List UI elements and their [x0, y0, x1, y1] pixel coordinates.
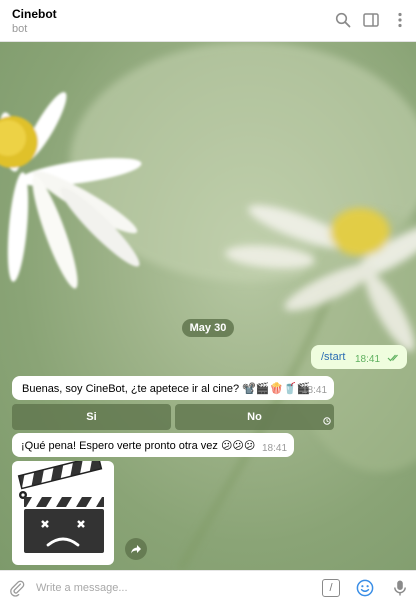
message-text: ¡Qué pena! Espero verte pronto otra vez … [21, 440, 256, 452]
emoji-icon[interactable] [356, 579, 374, 597]
message-time: 18:41 [355, 354, 381, 365]
read-checkmarks-icon [387, 353, 401, 365]
message-text: Buenas, soy CineBot, ¿te apetece ir al c… [22, 383, 311, 395]
message-input[interactable] [36, 579, 286, 597]
message-time: 18:41 [302, 385, 328, 396]
bot-command-button[interactable]: / [322, 579, 340, 597]
slash-icon: / [329, 582, 333, 594]
more-icon[interactable] [391, 11, 409, 29]
sad-clapperboard-icon [17, 455, 104, 553]
attach-icon[interactable] [8, 579, 26, 597]
incoming-message[interactable]: ¡Qué pena! Espero verte pronto otra vez … [12, 433, 294, 457]
message-text: /start [321, 351, 346, 363]
microphone-icon[interactable] [391, 579, 409, 597]
keyboard-button-no[interactable]: No [175, 404, 334, 430]
message-composer: / [0, 570, 416, 604]
incoming-message[interactable]: Buenas, soy CineBot, ¿te apetece ir al c… [12, 376, 334, 400]
chat-title[interactable]: Cinebot [12, 7, 57, 21]
share-button[interactable] [125, 538, 147, 560]
sidebar-icon[interactable] [362, 11, 380, 29]
clock-icon [323, 416, 331, 428]
message-time: 18:41 [262, 443, 288, 454]
date-separator: May 30 [182, 319, 234, 337]
keyboard-button-si[interactable]: Si [12, 404, 171, 430]
share-arrow-icon [131, 545, 141, 554]
chat-subtitle: bot [12, 23, 28, 35]
search-icon[interactable] [334, 11, 352, 29]
chat-header: Cinebot bot [0, 0, 416, 42]
outgoing-message[interactable]: /start 18:41 [311, 345, 407, 369]
keyboard-button-label: No [247, 411, 262, 423]
sticker-message[interactable] [12, 455, 114, 565]
